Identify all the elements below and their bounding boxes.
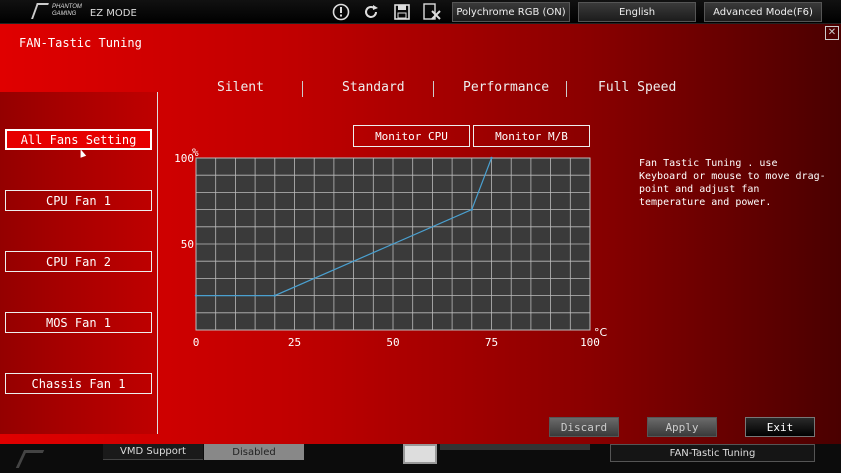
polychrome-rgb-button[interactable]: Polychrome RGB (ON) <box>452 2 570 22</box>
discard-icon[interactable] <box>423 3 441 21</box>
mode-divider <box>302 81 303 97</box>
fan-tuning-panel: FAN-Tastic Tuning ✕ All Fans Setting CPU… <box>0 24 841 444</box>
x-tick-label: 25 <box>288 336 301 349</box>
close-icon[interactable]: ✕ <box>825 26 839 40</box>
brand-text: PHANTOM GAMING <box>52 4 82 18</box>
fan-curve-point[interactable] <box>490 156 493 160</box>
save-icon[interactable] <box>393 3 411 21</box>
mode-silent[interactable]: Silent <box>217 80 264 95</box>
fan-tuning-shortcut[interactable]: FAN-Tastic Tuning <box>610 444 815 462</box>
vmd-support-value[interactable]: Disabled <box>204 444 304 460</box>
x-axis-label: °C <box>594 326 608 339</box>
language-button[interactable]: English <box>578 2 696 22</box>
mode-standard[interactable]: Standard <box>342 80 405 95</box>
mode-divider <box>566 81 567 97</box>
fan-curve-point[interactable] <box>470 208 473 211</box>
mode-performance[interactable]: Performance <box>463 80 549 95</box>
brand-line2: GAMING <box>52 11 77 17</box>
panel-title: FAN-Tastic Tuning <box>19 36 142 50</box>
fan-curve-point[interactable] <box>194 294 198 297</box>
mode-full-speed[interactable]: Full Speed <box>598 80 676 95</box>
x-tick-label: 75 <box>485 336 498 349</box>
phantom-gaming-logo-icon <box>31 3 49 19</box>
fan-curve-point[interactable] <box>273 294 276 297</box>
vmd-support-label: VMD Support <box>103 444 203 460</box>
sidebar-item-chassis-fan-1[interactable]: Chassis Fan 1 <box>5 373 152 394</box>
liquid-cooler-icon <box>403 444 437 464</box>
bottom-strip: VMD Support Disabled FAN-Tastic Tuning <box>0 444 841 473</box>
ez-mode-label: EZ MODE <box>89 7 137 19</box>
x-tick-label: 0 <box>193 336 200 349</box>
apply-button[interactable]: Apply <box>647 417 717 437</box>
refresh-icon[interactable] <box>362 3 380 21</box>
exit-button[interactable]: Exit <box>745 417 815 437</box>
top-bar: PHANTOM GAMING EZ MODE Polychrome RGB (O… <box>0 0 841 24</box>
y-axis-label: % <box>192 146 199 159</box>
brand-line1: PHANTOM <box>52 4 82 10</box>
sidebar-item-cpu-fan-1[interactable]: CPU Fan 1 <box>5 190 152 211</box>
brand: PHANTOM GAMING EZ MODE <box>31 3 137 19</box>
advanced-mode-button[interactable]: Advanced Mode(F6) <box>704 2 822 22</box>
y-tick-label: 50 <box>181 238 194 251</box>
phantom-gaming-logo-icon <box>15 450 45 468</box>
fan-curve-chart[interactable]: 0 25 50 75 10050100%°C <box>170 144 620 354</box>
sidebar-item-mos-fan-1[interactable]: MOS Fan 1 <box>5 312 152 333</box>
cooler-setting-bar <box>440 444 590 450</box>
mode-divider <box>433 81 434 97</box>
x-tick-label: 50 <box>386 336 399 349</box>
sidebar-item-all-fans[interactable]: All Fans Setting <box>5 129 152 150</box>
info-icon[interactable] <box>332 3 350 21</box>
sidebar-item-cpu-fan-2[interactable]: CPU Fan 2 <box>5 251 152 272</box>
discard-button[interactable]: Discard <box>549 417 619 437</box>
help-description: Fan Tastic Tuning . use Keyboard or mous… <box>639 158 826 208</box>
